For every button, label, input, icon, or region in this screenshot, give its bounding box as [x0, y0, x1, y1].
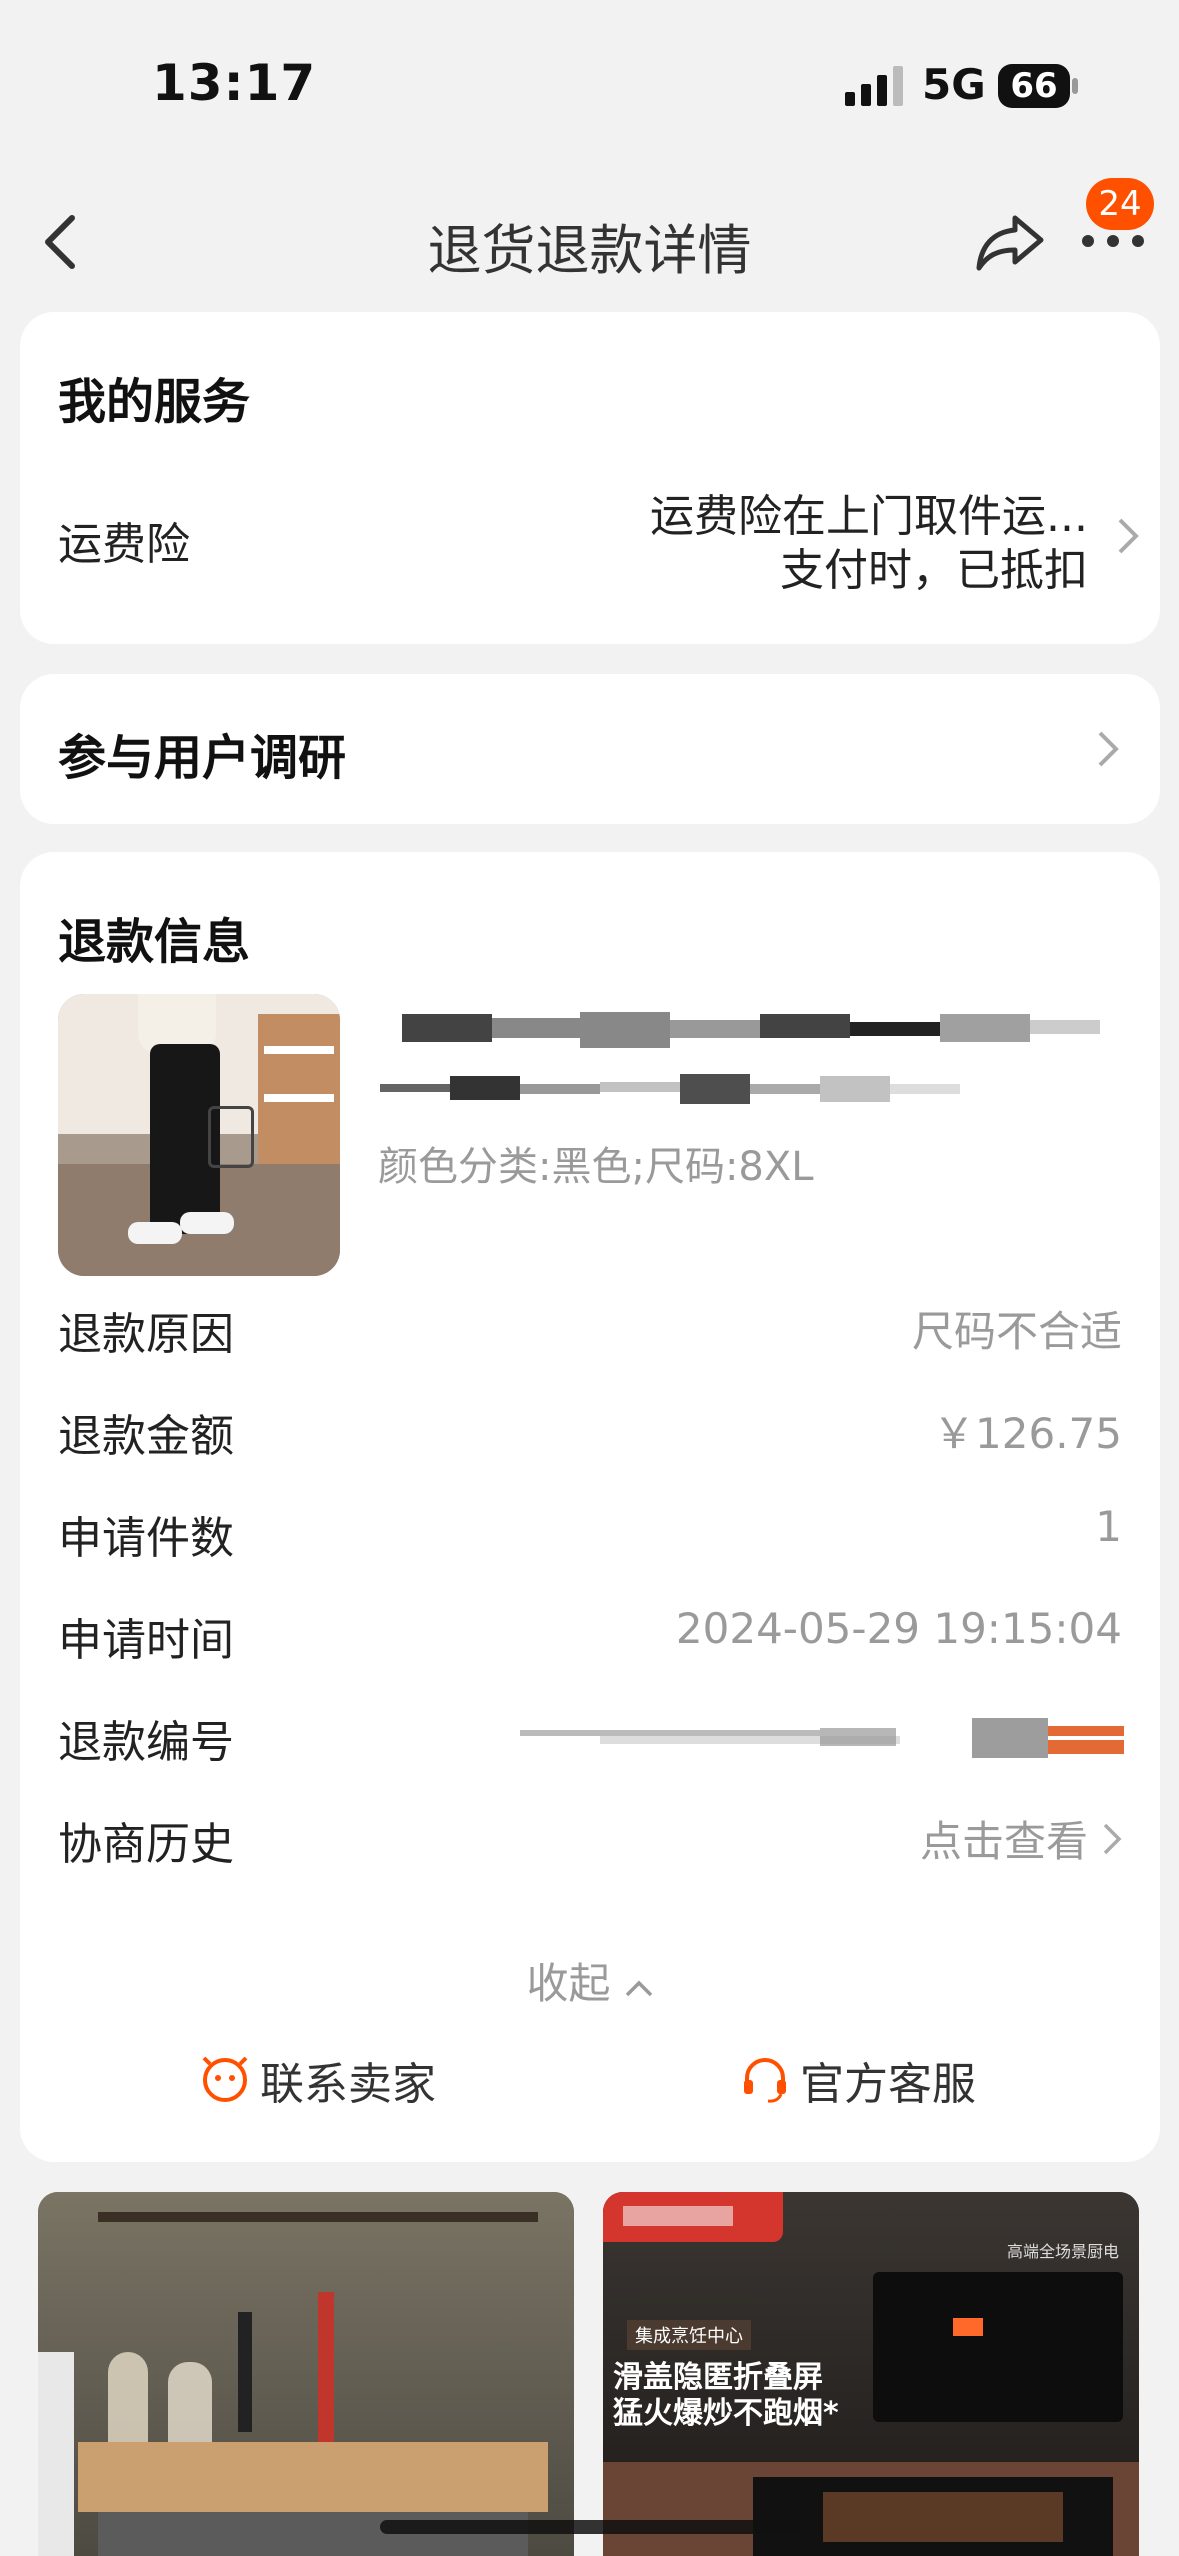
- status-time: 13:17: [152, 54, 317, 112]
- chevron-up-icon: [625, 1980, 652, 1997]
- network-type: 5G: [922, 60, 986, 109]
- ad-card-left[interactable]: [38, 2192, 574, 2556]
- home-indicator[interactable]: [380, 2520, 800, 2534]
- refund-number-blurred: [520, 1718, 1142, 1758]
- refund-amount-value: ￥126.75: [933, 1409, 1122, 1458]
- refund-reason-value: 尺码不合适: [911, 1307, 1122, 1356]
- more-icon[interactable]: [1080, 228, 1146, 254]
- signal-icon: [845, 66, 903, 106]
- apply-time-label: 申请时间: [58, 1615, 234, 1666]
- service-card: 我的服务 运费险 运费险在上门取件运... 支付时，已抵扣: [20, 312, 1160, 644]
- battery-level: 66: [1010, 66, 1058, 106]
- product-title-blurred[interactable]: [380, 1002, 1110, 1122]
- apply-quantity-row: 申请件数 1: [20, 1502, 1160, 1572]
- collapse-label: 收起: [526, 1959, 611, 2008]
- refund-amount-row: 退款金额 ￥126.75: [20, 1400, 1160, 1470]
- collapse-button[interactable]: 收起: [20, 1950, 1160, 2011]
- refund-number-row: 退款编号: [20, 1706, 1160, 1776]
- ad-card-right[interactable]: 高端全场景厨电 集成烹饪中心 滑盖隐匿折叠屏 猛火爆炒不跑烟*: [603, 2192, 1139, 2556]
- product-image[interactable]: [58, 994, 340, 1276]
- chevron-right-icon: [1098, 731, 1119, 767]
- research-label: 参与用户调研: [58, 730, 347, 786]
- apply-time-value: 2024-05-29 19:15:04: [675, 1604, 1122, 1653]
- negotiation-history-label: 协商历史: [58, 1819, 234, 1870]
- apply-time-row: 申请时间 2024-05-29 19:15:04: [20, 1604, 1160, 1674]
- insurance-label: 运费险: [58, 519, 190, 570]
- message-count-badge: 24: [1086, 178, 1154, 230]
- apply-quantity-label: 申请件数: [58, 1513, 234, 1564]
- ad-tag: 集成烹饪中心: [627, 2320, 751, 2350]
- refund-heading: 退款信息: [58, 914, 251, 970]
- official-service-label: 官方客服: [800, 2059, 976, 2110]
- refund-reason-row: 退款原因 尺码不合适: [20, 1298, 1160, 1368]
- ad-line2: 猛火爆炒不跑烟*: [613, 2396, 839, 2431]
- negotiation-history-value[interactable]: 点击查看: [920, 1808, 1088, 1869]
- refund-reason-label: 退款原因: [58, 1309, 234, 1360]
- user-research-card[interactable]: 参与用户调研: [20, 674, 1160, 824]
- refund-amount-label: 退款金额: [58, 1411, 234, 1462]
- refund-info-card: 退款信息 颜色分类:黑色;尺码:8XL 退款原因 尺码不合适退款金额 ￥126.75…: [20, 852, 1160, 2162]
- insurance-value-line2: 支付时，已抵扣: [780, 545, 1088, 596]
- seller-face-icon: [202, 2056, 248, 2102]
- headset-icon: [744, 2058, 786, 2103]
- product-spec: 颜色分类:黑色;尺码:8XL: [378, 1144, 814, 1190]
- ad-top-text: 高端全场景厨电: [1006, 2242, 1119, 2261]
- negotiation-history-row[interactable]: 协商历史 点击查看: [20, 1808, 1160, 1878]
- share-icon[interactable]: [975, 210, 1047, 272]
- apply-quantity-value: 1: [1095, 1502, 1122, 1551]
- chevron-right-icon: [1103, 1823, 1122, 1855]
- battery-icon: 66: [998, 64, 1078, 108]
- service-heading: 我的服务: [58, 374, 251, 430]
- refund-number-label: 退款编号: [58, 1717, 234, 1768]
- chevron-right-icon: [1118, 518, 1139, 554]
- contact-seller-label: 联系卖家: [260, 2059, 436, 2110]
- insurance-row[interactable]: 运费险在上门取件运... 支付时，已抵扣: [540, 480, 1140, 596]
